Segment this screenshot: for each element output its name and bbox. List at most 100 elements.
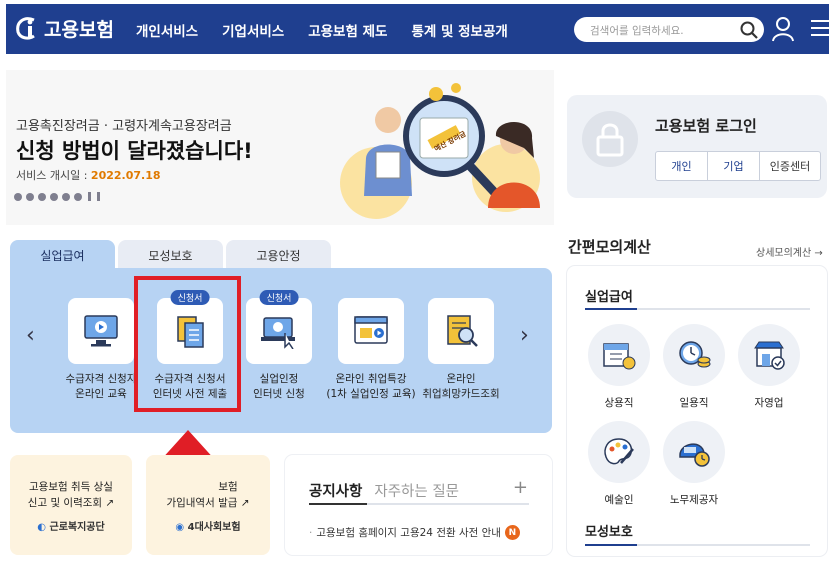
pagination-dot[interactable] xyxy=(14,192,22,201)
nav-business-services[interactable]: 기업서비스 xyxy=(222,20,284,40)
tab-faq[interactable]: 자주하는 질문 xyxy=(374,480,459,501)
section-maternity: 모성보호 xyxy=(585,525,633,540)
org-logo-icon: ◉ xyxy=(175,522,188,533)
pause-icon[interactable] xyxy=(88,192,91,201)
calculator-title: 간편모의계산 xyxy=(568,238,651,256)
search-icon[interactable] xyxy=(739,20,759,40)
pagination-dot[interactable] xyxy=(38,192,46,201)
job-label: 자영업 xyxy=(754,397,784,409)
job-self-employed[interactable]: 자영업 xyxy=(737,324,801,410)
application-badge: 신청서 xyxy=(259,290,299,305)
section-unemployment: 실업급여 xyxy=(585,290,633,305)
palette-icon-graphic xyxy=(604,438,634,465)
lock-icon xyxy=(582,111,638,167)
section-active-indicator xyxy=(585,308,637,310)
banner-date-value: 2022.07.18 xyxy=(90,169,161,182)
lock-icon-graphic xyxy=(596,123,624,157)
card-text: 고용보험 취득 상실 신고 및 이력조회 ↗ xyxy=(10,479,132,511)
card-org: ◐ 근로복지공단 xyxy=(10,518,132,533)
service-panel: ‹ › 수급자격 신청자 온라인 교육 신청서 수급자격 신청서 인터넷 사전 … xyxy=(10,268,552,433)
monitor-play-icon xyxy=(84,315,118,347)
card-org-name: 4대사회보험 xyxy=(187,522,241,533)
notice-item[interactable]: · 고용보험 홈페이지 고용24 전환 사전 안내 N xyxy=(309,525,520,540)
job-artist[interactable]: 예술인 xyxy=(587,421,651,507)
nav-personal-services[interactable]: 개인서비스 xyxy=(136,20,198,40)
laptop-click-icon xyxy=(261,317,295,349)
service-job-card-lookup[interactable]: 온라인 취업희망카드조회 xyxy=(406,298,516,402)
card-insurance-history[interactable]: 고용보험 취득 상실 신고 및 이력조회 ↗ ◐ 근로복지공단 xyxy=(10,455,132,555)
main-nav: 개인서비스 기업서비스 고용보험 제도 통계 및 정보공개 xyxy=(136,20,508,40)
login-buttons: 개인 기업 인증센터 xyxy=(655,151,821,181)
search-placeholder: 검색어를 입력하세요. xyxy=(590,25,684,37)
browser-video-icon xyxy=(354,316,388,344)
detailed-calculator-link[interactable]: 상세모의계산 → xyxy=(756,244,823,259)
login-personal-button[interactable]: 개인 xyxy=(656,152,708,180)
login-business-button[interactable]: 기업 xyxy=(708,152,760,180)
pagination-dot[interactable] xyxy=(26,192,34,201)
pagination-dot[interactable] xyxy=(74,192,82,201)
promo-banner[interactable]: 고용촉진장려금 · 고령자계속고용장려금 신청 방법이 달라졌습니다! 서비스 … xyxy=(6,70,554,225)
card-org: ◉ 4대사회보험 xyxy=(146,518,270,533)
service-icon-box xyxy=(68,298,134,364)
pause-icon[interactable] xyxy=(97,192,100,201)
highlight-box xyxy=(134,276,241,412)
nav-statistics[interactable]: 통계 및 정보공개 xyxy=(411,20,507,40)
banner-pagination xyxy=(14,192,100,201)
login-title: 고용보험 로그인 xyxy=(655,117,757,135)
card-text: 보험 가입내역서 발급 ↗ xyxy=(146,479,270,511)
tab-notice[interactable]: 공지사항 xyxy=(309,480,362,501)
notice-active-indicator xyxy=(309,503,367,505)
banner-title: 신청 방법이 달라졌습니다! xyxy=(16,139,253,163)
nav-insurance-system[interactable]: 고용보험 제도 xyxy=(308,20,387,40)
helmet-clock-icon-graphic xyxy=(679,443,710,467)
tab-unemployment-benefits[interactable]: 실업급여 xyxy=(10,240,115,268)
menu-icon[interactable] xyxy=(811,19,829,37)
login-certificate-button[interactable]: 인증센터 xyxy=(760,152,820,180)
service-label-line1: 온라인 xyxy=(446,373,476,385)
service-tabs: 실업급여 모성보호 고용안정 xyxy=(10,240,331,268)
helmet-clock-icon xyxy=(663,421,725,483)
card-line1: 보험 xyxy=(218,481,238,493)
bullet-icon: · xyxy=(309,526,313,539)
login-box: 고용보험 로그인 개인 기업 인증센터 xyxy=(567,95,827,198)
search-input[interactable]: 검색어를 입력하세요. xyxy=(574,17,764,42)
job-label: 예술인 xyxy=(604,494,634,506)
tab-maternity-protection[interactable]: 모성보호 xyxy=(118,240,223,268)
logo-icon xyxy=(16,17,35,40)
card-enrollment-certificate[interactable]: 보험 가입내역서 발급 ↗ ◉ 4대사회보험 xyxy=(146,455,270,555)
card-org-name: 근로복지공단 xyxy=(49,522,105,533)
section-active-indicator xyxy=(585,544,637,546)
palette-icon xyxy=(588,421,650,483)
store-icon-graphic xyxy=(754,341,785,370)
user-icon[interactable] xyxy=(771,16,795,42)
job-labor-provider[interactable]: 노무제공자 xyxy=(662,421,726,507)
notice-item-text: 고용보험 홈페이지 고용24 전환 사전 안내 xyxy=(316,527,501,539)
notice-tabs: 공지사항 자주하는 질문 xyxy=(309,480,459,501)
banner-illustration: 예산 장려금 xyxy=(340,83,540,219)
pagination-dot[interactable] xyxy=(62,192,70,201)
card-line2: 가입내역서 발급 ↗ xyxy=(166,497,250,509)
service-icon-box xyxy=(428,298,494,364)
job-label: 노무제공자 xyxy=(669,494,719,506)
service-icon-box xyxy=(338,298,404,364)
job-regular[interactable]: 상용직 xyxy=(587,324,651,410)
org-logo-icon: ◐ xyxy=(37,522,50,533)
job-label: 상용직 xyxy=(604,397,634,409)
banner-subtitle: 고용촉진장려금 · 고령자계속고용장려금 xyxy=(16,119,232,134)
service-label-line2: 취업희망카드조회 xyxy=(422,388,500,400)
clock-coin-icon xyxy=(663,324,725,386)
chevron-right-icon[interactable]: › xyxy=(520,323,529,348)
calculator-box: 실업급여 상용직 일용직 자영업 예술인 노무제공자 모성보호 xyxy=(567,266,827,556)
chevron-left-icon[interactable]: ‹ xyxy=(26,323,35,348)
card-line1: 고용보험 취득 상실 xyxy=(29,481,113,493)
site-logo[interactable]: 고용보험 xyxy=(14,14,114,42)
service-icon-box: 신청서 xyxy=(246,290,312,364)
notice-board: 공지사항 자주하는 질문 + · 고용보험 홈페이지 고용24 전환 사전 안내… xyxy=(285,455,552,555)
job-daily[interactable]: 일용직 xyxy=(662,324,726,410)
tab-employment-stability[interactable]: 고용안정 xyxy=(226,240,331,268)
pagination-dot[interactable] xyxy=(50,192,58,201)
store-icon xyxy=(738,324,800,386)
logo-text: 고용보험 xyxy=(44,18,114,41)
card-line2: 신고 및 이력조회 ↗ xyxy=(27,497,115,509)
more-plus-icon[interactable]: + xyxy=(513,477,528,498)
